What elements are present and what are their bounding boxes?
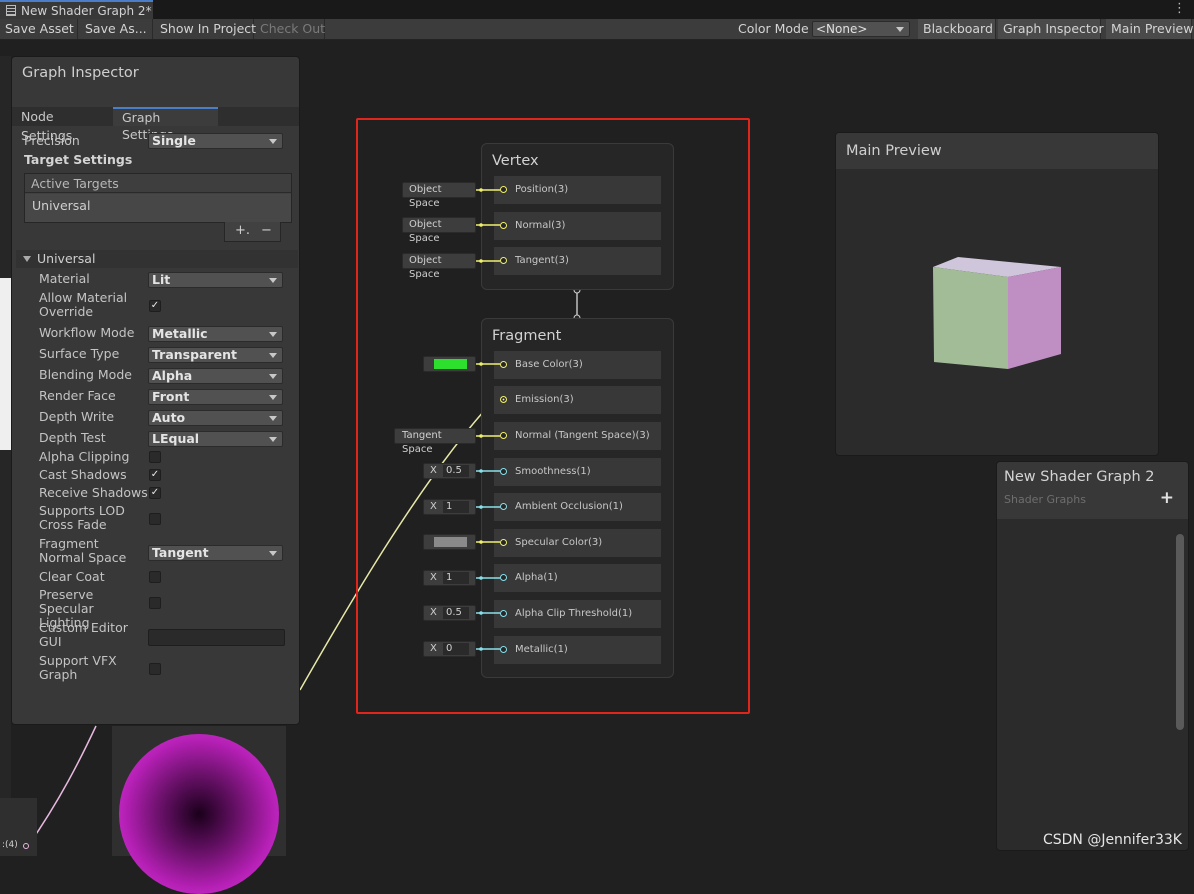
blackboard-title: New Shader Graph 2 <box>1004 469 1155 485</box>
blackboard-subtitle: Shader Graphs <box>1004 493 1086 506</box>
blackboard-header: New Shader Graph 2 Shader Graphs + <box>997 462 1188 519</box>
float-stub-wires <box>476 470 500 650</box>
watermark: CSDN @Jennifer33K <box>1042 832 1182 848</box>
cube-front-face <box>933 267 1008 369</box>
blackboard-panel: New Shader Graph 2 Shader Graphs + <box>996 461 1189 851</box>
main-preview-panel: Main Preview <box>835 132 1159 456</box>
cube-side-face <box>1008 267 1061 369</box>
blackboard-scrollbar[interactable] <box>1176 534 1184 730</box>
vector-stub-dots <box>479 188 483 544</box>
add-property-button[interactable]: + <box>1160 488 1174 508</box>
preview-cube[interactable] <box>836 169 1158 455</box>
main-preview-title: Main Preview <box>836 133 1158 169</box>
vector-stub-wires <box>476 189 500 543</box>
float-stub-dots <box>479 469 483 651</box>
